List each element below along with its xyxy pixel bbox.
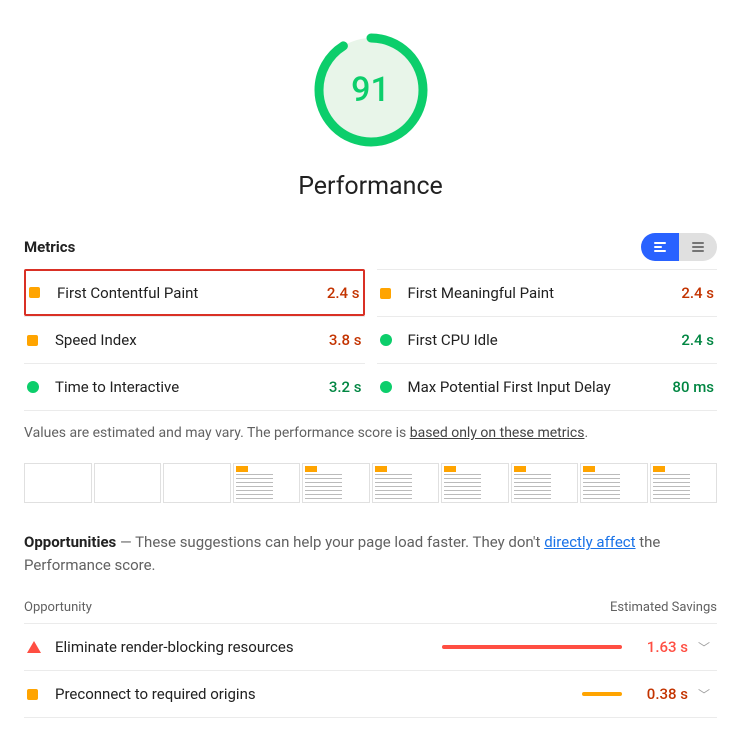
opportunity-label: Preconnect to required origins bbox=[55, 685, 412, 703]
metric-value: 2.4 s bbox=[681, 284, 714, 302]
metrics-heading: Metrics bbox=[24, 238, 75, 256]
gauge-score: 91 bbox=[311, 30, 431, 150]
metric-value: 3.8 s bbox=[329, 331, 362, 349]
metric-value: 2.4 s bbox=[681, 331, 714, 349]
savings-value: 0.38 s bbox=[632, 685, 688, 703]
metric-value: 80 ms bbox=[672, 378, 714, 396]
opportunities-intro: Opportunities — These suggestions can he… bbox=[24, 531, 717, 576]
filmstrip bbox=[24, 463, 717, 503]
metric-label: First CPU Idle bbox=[408, 331, 672, 349]
filmstrip-frame[interactable] bbox=[233, 463, 301, 503]
metrics-disclaimer: Values are estimated and may vary. The p… bbox=[24, 410, 717, 463]
opportunity-label: Eliminate render-blocking resources bbox=[55, 638, 412, 656]
expanded-view-icon bbox=[692, 242, 704, 252]
savings-bar bbox=[582, 692, 622, 696]
chevron-down-icon[interactable]: ﹀ bbox=[698, 639, 714, 656]
savings-col-header: Estimated Savings bbox=[610, 600, 717, 615]
status-indicator-icon bbox=[29, 287, 40, 298]
filmstrip-frame[interactable] bbox=[24, 463, 92, 503]
triangle-warning-icon bbox=[27, 641, 41, 653]
filmstrip-frame[interactable] bbox=[511, 463, 579, 503]
opportunities-intro-link[interactable]: directly affect bbox=[544, 533, 635, 551]
status-indicator-icon bbox=[380, 381, 392, 393]
metric-label: Max Potential First Input Delay bbox=[408, 378, 663, 396]
filmstrip-frame[interactable] bbox=[163, 463, 231, 503]
view-toggle bbox=[641, 233, 717, 261]
metric-row[interactable]: First Contentful Paint 2.4 s bbox=[24, 269, 365, 316]
toggle-compact-view[interactable] bbox=[641, 233, 679, 261]
savings-bar bbox=[442, 645, 622, 649]
opportunity-row[interactable]: Eliminate render-blocking resources 1.63 … bbox=[24, 624, 717, 671]
status-indicator-icon bbox=[380, 288, 391, 299]
metric-row[interactable]: First CPU Idle 2.4 s bbox=[377, 316, 718, 363]
metric-row[interactable]: Time to Interactive 3.2 s bbox=[24, 363, 365, 410]
metric-label: First Meaningful Paint bbox=[408, 284, 672, 302]
toggle-expanded-view[interactable] bbox=[679, 233, 717, 261]
metric-label: Time to Interactive bbox=[55, 378, 319, 396]
disclaimer-link[interactable]: based only on these metrics bbox=[410, 425, 585, 441]
filmstrip-frame[interactable] bbox=[580, 463, 648, 503]
opportunity-row[interactable]: Preconnect to required origins0.38 s﹀ bbox=[24, 671, 717, 718]
status-indicator-icon bbox=[27, 335, 38, 346]
metric-value: 2.4 s bbox=[327, 284, 360, 302]
filmstrip-frame[interactable] bbox=[94, 463, 162, 503]
metric-label: Speed Index bbox=[55, 331, 319, 349]
filmstrip-frame[interactable] bbox=[650, 463, 718, 503]
compact-view-icon bbox=[654, 242, 666, 252]
opportunity-col-header: Opportunity bbox=[24, 600, 92, 615]
filmstrip-frame[interactable] bbox=[302, 463, 370, 503]
square-warning-icon bbox=[27, 689, 38, 700]
savings-value: 1.63 s bbox=[632, 638, 688, 656]
metric-row[interactable]: Max Potential First Input Delay 80 ms bbox=[377, 363, 718, 410]
metric-row[interactable]: Speed Index 3.8 s bbox=[24, 316, 365, 363]
filmstrip-frame[interactable] bbox=[441, 463, 509, 503]
metric-label: First Contentful Paint bbox=[57, 284, 317, 302]
page-title: Performance bbox=[24, 172, 717, 201]
metric-row[interactable]: First Meaningful Paint 2.4 s bbox=[377, 269, 718, 316]
status-indicator-icon bbox=[27, 381, 39, 393]
performance-gauge: 91 bbox=[311, 30, 431, 150]
status-indicator-icon bbox=[380, 334, 392, 346]
filmstrip-frame[interactable] bbox=[372, 463, 440, 503]
metric-value: 3.2 s bbox=[329, 378, 362, 396]
